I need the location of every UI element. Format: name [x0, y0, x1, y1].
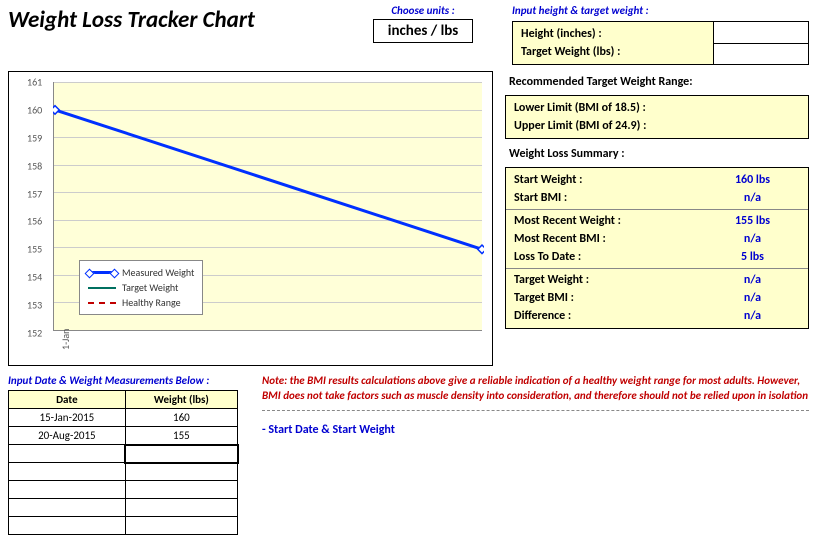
table-row [9, 445, 238, 463]
chart-legend: Measured Weight Target Weight Healthy Ra… [79, 260, 203, 315]
target-weight-input[interactable] [714, 44, 808, 65]
recent-weight-value: 155 lbs [705, 214, 800, 228]
summary-header: Weight Loss Summary : [505, 143, 809, 163]
start-weight-label: Start Weight : [514, 173, 705, 187]
ytick: 159 [27, 131, 42, 144]
bmi-note: Note: the BMI results calculations above… [262, 374, 809, 404]
table-row: 20-Aug-2015155 [9, 427, 238, 445]
recent-bmi-value: n/a [705, 232, 800, 246]
lower-limit-label: Lower Limit (BMI of 18.5) : [514, 101, 800, 115]
upper-limit-label: Upper Limit (BMI of 24.9) : [514, 119, 800, 133]
table-row [9, 517, 238, 535]
range-header: Recommended Target Weight Range: [505, 71, 809, 91]
summary-box: Start Weight :160 lbs Start BMI :n/a Mos… [505, 167, 809, 329]
ytick: 155 [27, 243, 42, 256]
weight-cell[interactable]: 155 [125, 427, 237, 445]
legend-healthy: Healthy Range [122, 296, 181, 309]
target-bmi-value: n/a [705, 291, 800, 305]
date-cell[interactable] [9, 499, 126, 517]
date-cell[interactable] [9, 481, 126, 499]
inputs-header: Input height & target weight : [512, 4, 809, 17]
weight-cell[interactable] [125, 445, 237, 463]
table-row [9, 481, 238, 499]
loss-value: 5 lbs [705, 250, 800, 264]
start-bmi-value: n/a [705, 191, 800, 205]
height-target-box: Height (inches) : Target Weight (lbs) : [512, 21, 809, 65]
date-cell[interactable]: 15-Jan-2015 [9, 409, 126, 427]
start-hint: - Start Date & Start Weight [262, 423, 809, 437]
legend-measured: Measured Weight [122, 266, 194, 279]
target-weight-label: Target Weight (lbs) : [521, 45, 705, 59]
ytick: 158 [27, 159, 42, 172]
weight-cell[interactable]: 160 [125, 409, 237, 427]
recent-bmi-label: Most Recent BMI : [514, 232, 705, 246]
start-weight-value: 160 lbs [705, 173, 800, 187]
date-cell[interactable] [9, 517, 126, 535]
measurements-table: Date Weight (lbs) 15-Jan-2015160 20-Aug-… [8, 390, 238, 535]
table-row [9, 463, 238, 481]
loss-label: Loss To Date : [514, 250, 705, 264]
table-row: 15-Jan-2015160 [9, 409, 238, 427]
recent-weight-label: Most Recent Weight : [514, 214, 705, 228]
ytick: 157 [27, 187, 42, 200]
ytick: 156 [27, 215, 42, 228]
units-selector[interactable]: inches / lbs [373, 19, 473, 43]
start-bmi-label: Start BMI : [514, 191, 705, 205]
target-weight-summary-label: Target Weight : [514, 273, 705, 287]
date-cell[interactable] [9, 463, 126, 481]
units-label: Choose units : [358, 4, 488, 17]
weight-cell[interactable] [125, 481, 237, 499]
page-title: Weight Loss Tracker Chart [8, 4, 358, 34]
xtick: 1-Jan [59, 329, 72, 350]
weight-cell[interactable] [125, 463, 237, 481]
difference-label: Difference : [514, 309, 705, 323]
range-box: Lower Limit (BMI of 18.5) : Upper Limit … [505, 95, 809, 139]
date-cell[interactable] [9, 445, 126, 463]
input-prompt: Input Date & Weight Measurements Below : [8, 374, 248, 387]
target-weight-summary-value: n/a [705, 273, 800, 287]
table-row [9, 499, 238, 517]
ytick: 161 [27, 76, 42, 89]
col-weight: Weight (lbs) [125, 391, 237, 409]
ytick: 153 [27, 299, 42, 312]
weight-cell[interactable] [125, 517, 237, 535]
ytick: 152 [27, 327, 42, 340]
height-input[interactable] [714, 22, 808, 44]
height-label: Height (inches) : [521, 27, 705, 41]
col-date: Date [9, 391, 126, 409]
ytick: 154 [27, 271, 42, 284]
target-bmi-label: Target BMI : [514, 291, 705, 305]
difference-value: n/a [705, 309, 800, 323]
ytick: 160 [27, 103, 42, 116]
legend-target: Target Weight [122, 281, 178, 294]
date-cell[interactable]: 20-Aug-2015 [9, 427, 126, 445]
weight-cell[interactable] [125, 499, 237, 517]
weight-chart: 161 160 159 158 157 156 155 154 153 152 … [8, 71, 493, 366]
